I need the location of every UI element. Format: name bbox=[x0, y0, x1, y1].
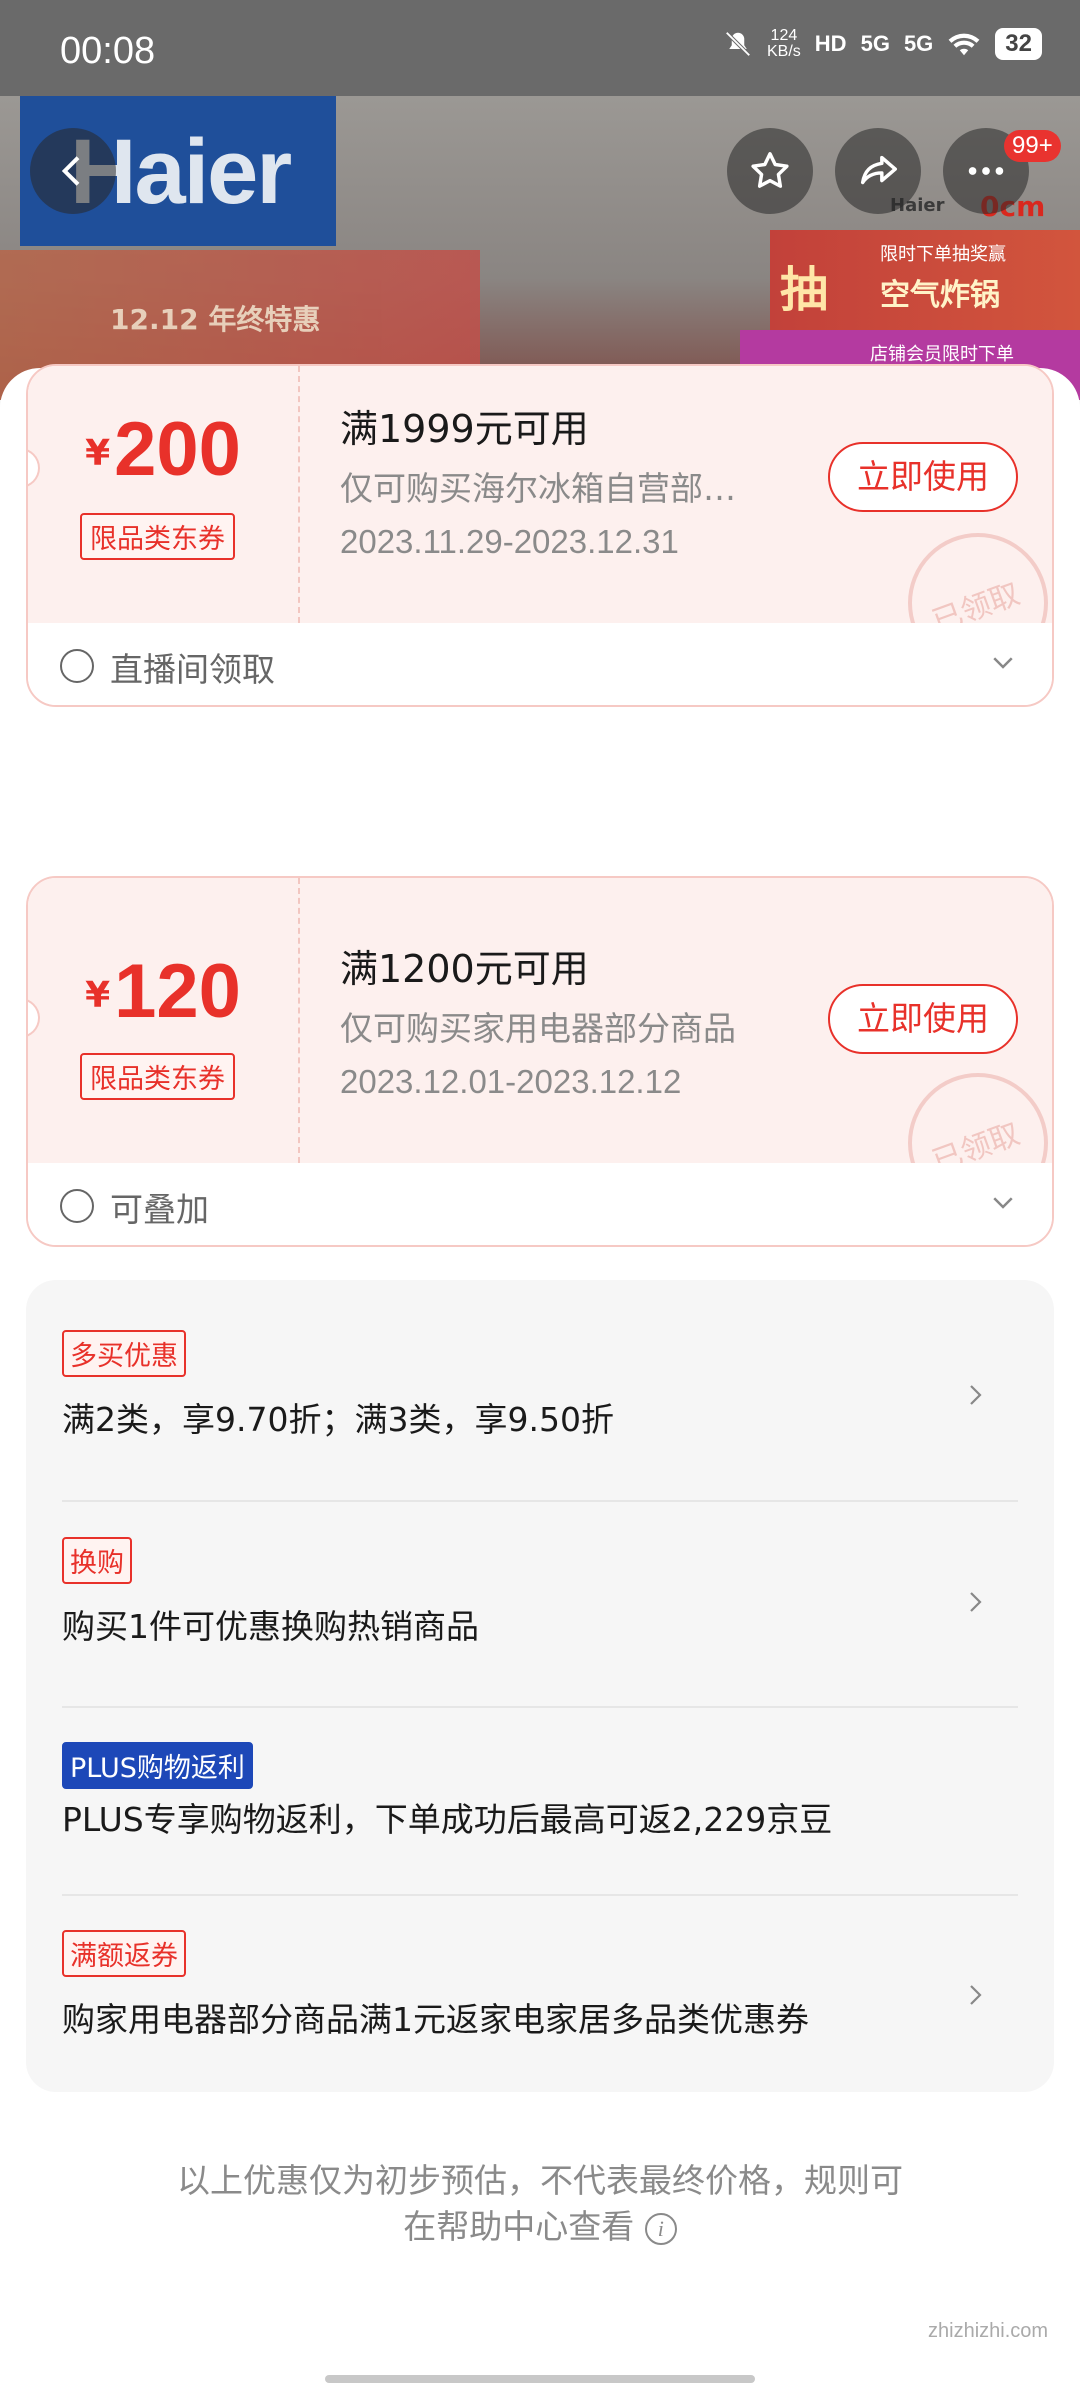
chevron-left-icon bbox=[61, 156, 80, 186]
watermark: zhizhizhi.com bbox=[928, 2320, 1049, 2342]
promo-tag: 多买优惠 bbox=[62, 1330, 186, 1377]
plus-tag: PLUS购物返利 bbox=[62, 1742, 253, 1789]
coupon-type-tag: 限品类东券 bbox=[80, 1053, 235, 1100]
chevron-right-icon bbox=[970, 1385, 982, 1405]
disclaimer-line-2: 在帮助中心查看 bbox=[403, 2207, 635, 2246]
promo-right2-text: 店铺会员限时下单 bbox=[870, 344, 1014, 365]
status-bar: 00:08 124 KB/s HD 5G 5G 32 bbox=[0, 0, 1080, 96]
disclaimer-line-1: 以上优惠仅为初步预估，不代表最终价格，规则可 bbox=[177, 2161, 903, 2200]
promo-banner-right: 抽 限时下单抽奖赢 空气炸锅 bbox=[770, 230, 1080, 330]
discount-sheet: 优惠 ¥200 限品类东券 满1999元可用 仅可购买海尔冰箱自营部… 2023… bbox=[0, 364, 1080, 2400]
battery-icon: 32 bbox=[995, 28, 1042, 60]
net-speed: 124 KB/s bbox=[767, 27, 801, 60]
coupon-footer[interactable]: 直播间领取 bbox=[28, 623, 1052, 705]
coupon-amount-area: ¥200 限品类东券 bbox=[28, 366, 300, 623]
promotions-card: 多买优惠 满2类，享9.70折；满3类，享9.50折 换购 购买1件可优惠换购热… bbox=[26, 1280, 1054, 2092]
coupon-amount-area: ¥120 限品类东券 bbox=[28, 878, 300, 1163]
coupon-condition: 满1200元可用 bbox=[340, 947, 589, 991]
use-now-button[interactable]: 立即使用 bbox=[828, 442, 1018, 512]
coupon-amount: ¥200 bbox=[28, 406, 298, 493]
star-icon bbox=[751, 152, 789, 188]
coupon-body: ¥200 限品类东券 满1999元可用 仅可购买海尔冰箱自营部… 2023.11… bbox=[28, 366, 1052, 673]
coupon-type-tag: 限品类东券 bbox=[80, 513, 235, 560]
notification-badge: 99+ bbox=[1004, 130, 1061, 162]
promo-tag: 换购 bbox=[62, 1537, 132, 1584]
coupon-value: 200 bbox=[114, 407, 241, 492]
coupon-condition: 满1999元可用 bbox=[340, 407, 589, 451]
mute-icon bbox=[725, 31, 751, 57]
promo-text: 购买1件可优惠换购热销商品 bbox=[62, 1607, 479, 1646]
promo-row-multibuy[interactable]: 多买优惠 满2类，享9.70折；满3类，享9.50折 bbox=[62, 1330, 1018, 1441]
promo-right-big: 抽 bbox=[780, 262, 829, 318]
promo-text: 购家用电器部分商品满1元返家电家居多品类优惠券 bbox=[62, 2000, 809, 2039]
promo-row-coupon-return[interactable]: 满额返券 购家用电器部分商品满1元返家电家居多品类优惠券 bbox=[62, 1930, 1018, 2041]
coupon-footer[interactable]: 可叠加 bbox=[28, 1163, 1052, 1245]
back-button[interactable] bbox=[30, 128, 116, 214]
promo-right-small: 限时下单抽奖赢 bbox=[880, 244, 1006, 265]
coupon-card: ¥200 限品类东券 满1999元可用 仅可购买海尔冰箱自营部… 2023.11… bbox=[26, 364, 1054, 707]
coupon-value: 120 bbox=[114, 949, 241, 1034]
coupon-footer-label: 可叠加 bbox=[110, 1190, 209, 1229]
coupon-description: 仅可购买家用电器部分商品 bbox=[340, 1009, 736, 1048]
coupon-body: ¥120 限品类东券 满1200元可用 仅可购买家用电器部分商品 2023.12… bbox=[28, 878, 1052, 1213]
divider bbox=[62, 1894, 1018, 1896]
info-icon[interactable]: i bbox=[644, 2212, 677, 2245]
signal-1-icon: 5G bbox=[860, 31, 890, 56]
divider bbox=[62, 1500, 1018, 1502]
promo-text: PLUS专享购物返利，下单成功后最高可返2,229京豆 bbox=[62, 1800, 833, 1839]
chevron-down-icon bbox=[993, 1197, 1013, 1209]
yen-symbol: ¥ bbox=[85, 433, 111, 474]
coupon-date: 2023.12.01-2023.12.12 bbox=[340, 1063, 682, 1100]
yen-symbol: ¥ bbox=[85, 975, 111, 1016]
share-button[interactable] bbox=[835, 128, 921, 214]
chevron-right-icon bbox=[970, 1985, 982, 2005]
wifi-icon bbox=[948, 33, 980, 56]
promo-text: 满2类，享9.70折；满3类，享9.50折 bbox=[62, 1400, 614, 1439]
coupon-card: ¥120 限品类东券 满1200元可用 仅可购买家用电器部分商品 2023.12… bbox=[26, 876, 1054, 1247]
favorite-button[interactable] bbox=[727, 128, 813, 214]
coupon-description: 仅可购买海尔冰箱自营部… bbox=[340, 469, 736, 508]
promo-right-main: 空气炸锅 bbox=[880, 278, 1000, 313]
live-room-icon bbox=[60, 649, 94, 683]
home-indicator[interactable] bbox=[325, 2375, 755, 2383]
promo-row-tradein[interactable]: 换购 购买1件可优惠换购热销商品 bbox=[62, 1537, 1018, 1648]
chevron-down-icon bbox=[993, 657, 1013, 669]
use-now-button[interactable]: 立即使用 bbox=[828, 984, 1018, 1054]
signal-2-icon: 5G bbox=[903, 31, 934, 56]
coupon-amount: ¥120 bbox=[28, 948, 298, 1035]
chevron-right-icon bbox=[970, 1592, 982, 1612]
coupon-date: 2023.11.29-2023.12.31 bbox=[340, 523, 679, 560]
stack-icon bbox=[60, 1189, 94, 1223]
more-dots-icon bbox=[968, 167, 1004, 175]
promo-left-text: 12.12 年终特惠 bbox=[110, 303, 321, 336]
coupon-footer-label: 直播间领取 bbox=[110, 650, 275, 689]
promo-tag: 满额返券 bbox=[62, 1930, 186, 1977]
hd-icon: HD bbox=[814, 31, 847, 56]
disclaimer-text: 以上优惠仅为初步预估，不代表最终价格，规则可 在帮助中心查看 i bbox=[120, 2158, 960, 2250]
divider bbox=[62, 1706, 1018, 1708]
share-icon bbox=[860, 155, 897, 185]
status-time: 00:08 bbox=[60, 30, 156, 72]
status-icons: 124 KB/s HD 5G 5G 32 bbox=[723, 28, 1042, 60]
promo-row-plus-rebate: PLUS购物返利 PLUS专享购物返利，下单成功后最高可返2,229京豆 bbox=[62, 1742, 1018, 1841]
